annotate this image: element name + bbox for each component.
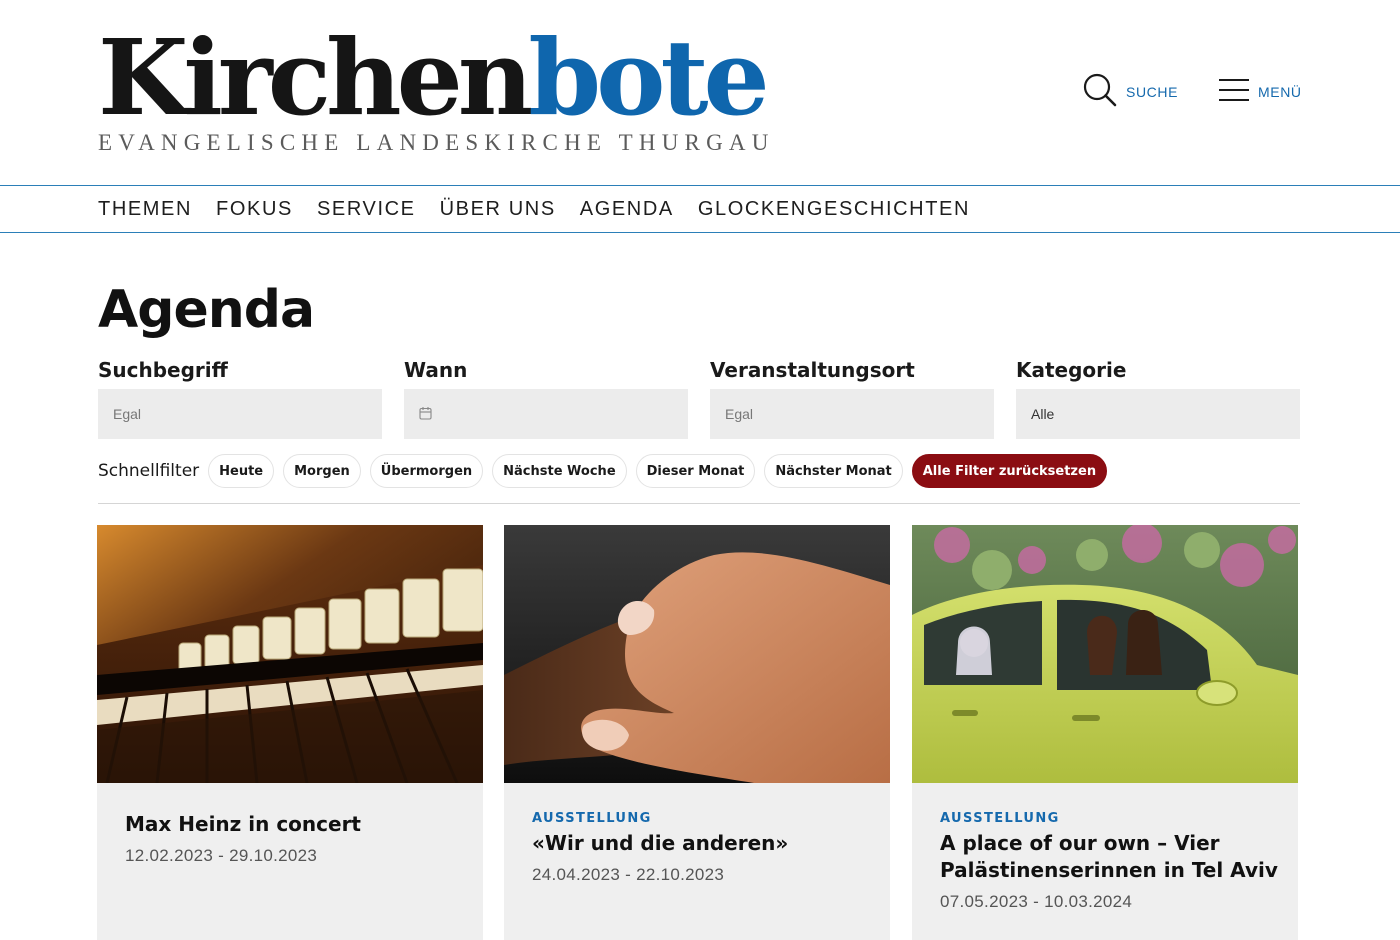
- event-card-body: AUSSTELLUNG «Wir und die anderen» 24.04.…: [532, 811, 870, 885]
- quickfilter-bar: Schnellfilter Heute Morgen Übermorgen Nä…: [98, 453, 1116, 489]
- event-dates: 24.04.2023 - 22.10.2023: [532, 865, 725, 884]
- date-input[interactable]: [404, 389, 688, 439]
- main-nav: THEMEN FOKUS SERVICE ÜBER UNS AGENDA GLO…: [98, 186, 994, 232]
- site-logo[interactable]: Kirchenbote EVANGELISCHE LANDESKIRCHE TH…: [98, 26, 775, 156]
- nav-item-fokus[interactable]: FOKUS: [216, 198, 293, 221]
- event-card[interactable]: AUSSTELLUNG «Wir und die anderen» 24.04.…: [504, 525, 890, 940]
- event-title[interactable]: Max Heinz in concert: [125, 811, 463, 838]
- chip-naechste-woche[interactable]: Nächste Woche: [492, 454, 627, 488]
- event-category: AUSSTELLUNG: [940, 811, 1060, 826]
- date-filter-label: Wann: [404, 358, 468, 382]
- search-input[interactable]: Egal: [98, 389, 382, 439]
- menu-label: MENÜ: [1258, 84, 1302, 100]
- hamburger-menu-icon: [1218, 76, 1250, 109]
- chip-morgen[interactable]: Morgen: [283, 454, 361, 488]
- chip-naechster-monat[interactable]: Nächster Monat: [764, 454, 903, 488]
- search-button[interactable]: SUCHE: [1082, 72, 1179, 113]
- date-filter: Wann: [404, 354, 688, 439]
- quickfilter-label: Schnellfilter: [98, 461, 200, 481]
- category-filter-label: Kategorie: [1016, 358, 1127, 382]
- chip-heute[interactable]: Heute: [208, 454, 275, 488]
- event-title[interactable]: A place of our own – Vier Palästinenseri…: [940, 830, 1278, 884]
- search-filter: Suchbegriff Egal: [98, 354, 382, 439]
- search-label: SUCHE: [1126, 84, 1179, 100]
- event-category: AUSSTELLUNG: [532, 811, 652, 826]
- location-filter: Veranstaltungsort Egal: [710, 354, 994, 439]
- category-select[interactable]: Alle: [1016, 389, 1300, 439]
- site-header: Kirchenbote EVANGELISCHE LANDESKIRCHE TH…: [0, 0, 1400, 186]
- location-filter-label: Veranstaltungsort: [710, 358, 915, 382]
- event-card-body: Max Heinz in concert 12.02.2023 - 29.10.…: [125, 811, 463, 866]
- search-icon: [1082, 72, 1118, 113]
- chip-uebermorgen[interactable]: Übermorgen: [369, 454, 484, 488]
- event-title[interactable]: «Wir und die anderen»: [532, 830, 870, 857]
- location-select[interactable]: Egal: [710, 389, 994, 439]
- logo-wordmark: Kirchenbote: [98, 26, 770, 130]
- category-filter: Kategorie Alle: [1016, 354, 1300, 439]
- calendar-icon: [419, 406, 432, 423]
- filter-divider: [98, 503, 1300, 504]
- nav-item-themen[interactable]: THEMEN: [98, 198, 192, 221]
- event-card[interactable]: AUSSTELLUNG A place of our own – Vier Pa…: [912, 525, 1298, 940]
- nav-item-ueber-uns[interactable]: ÜBER UNS: [440, 198, 556, 221]
- event-dates: 07.05.2023 - 10.03.2024: [940, 892, 1133, 911]
- nav-item-agenda[interactable]: AGENDA: [580, 198, 674, 221]
- reset-filters-button[interactable]: Alle Filter zurücksetzen: [911, 454, 1108, 488]
- chip-dieser-monat[interactable]: Dieser Monat: [635, 454, 756, 488]
- logo-word-kirchen: Kirchen: [98, 16, 533, 139]
- nav-bottom-divider: [0, 232, 1400, 233]
- nav-item-glockengeschichten[interactable]: GLOCKENGESCHICHTEN: [698, 198, 970, 221]
- event-dates: 12.02.2023 - 29.10.2023: [125, 846, 318, 865]
- logo-subtitle: EVANGELISCHE LANDESKIRCHE THURGAU: [98, 130, 775, 155]
- event-card-body: AUSSTELLUNG A place of our own – Vier Pa…: [940, 811, 1278, 912]
- menu-button[interactable]: MENÜ: [1218, 74, 1302, 110]
- nav-item-service[interactable]: SERVICE: [317, 198, 416, 221]
- event-card[interactable]: Max Heinz in concert 12.02.2023 - 29.10.…: [97, 525, 483, 940]
- handshake-image: [504, 525, 890, 783]
- page-title: Agenda: [98, 280, 315, 340]
- organ-stops-image: [97, 525, 483, 783]
- logo-word-bote: bote: [528, 16, 769, 139]
- search-filter-label: Suchbegriff: [98, 358, 228, 382]
- women-in-car-image: [912, 525, 1298, 783]
